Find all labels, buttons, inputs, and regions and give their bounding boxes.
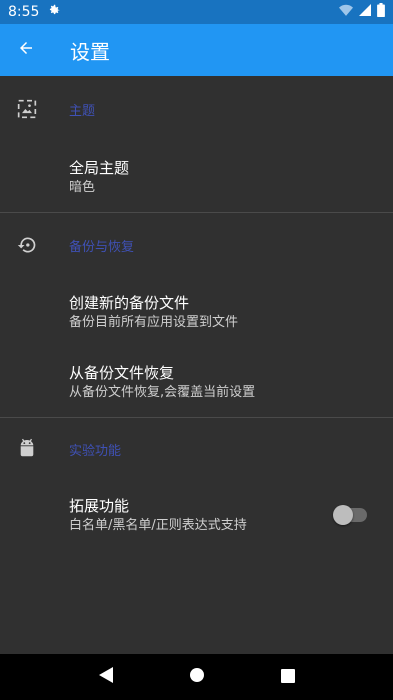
nav-bar: [0, 654, 393, 700]
home-circle-icon: [189, 667, 205, 687]
section-header-theme: 主题: [0, 76, 393, 142]
arrow-left-icon: [17, 39, 35, 61]
battery-icon: [377, 3, 385, 21]
wifi-icon: [339, 4, 353, 20]
android-icon: [16, 438, 38, 460]
toggle-knob: [333, 505, 353, 525]
section-experimental: 实验功能 拓展功能 白名单/黑名单/正则表达式支持: [0, 418, 393, 550]
status-time: 8:55: [8, 4, 40, 20]
toolbar: 设置: [0, 24, 393, 76]
status-bar: 8:55: [0, 0, 393, 24]
pref-summary: 备份目前所有应用设置到文件: [69, 315, 239, 330]
restore-icon: [16, 234, 38, 256]
pref-summary: 白名单/黑名单/正则表达式支持: [69, 518, 247, 533]
pref-global-theme[interactable]: 全局主题 暗色: [0, 142, 393, 212]
section-title: 主题: [69, 103, 96, 119]
image-icon: [16, 98, 38, 120]
section-header-experimental: 实验功能: [0, 418, 393, 480]
settings-list: 主题 全局主题 暗色 备份与恢复 创建新的备份文件 备份目前所有应用设置到文件 …: [0, 76, 393, 654]
recents-square-icon: [280, 668, 295, 687]
extensions-toggle[interactable]: [333, 505, 367, 525]
pref-title: 全局主题: [69, 159, 130, 177]
page-title: 设置: [70, 39, 110, 64]
section-header-backup: 备份与恢复: [0, 213, 393, 277]
signal-icon: [359, 4, 371, 20]
nav-back-button[interactable]: [86, 657, 126, 697]
back-button[interactable]: [0, 24, 52, 76]
pref-title: 从备份文件恢复: [69, 364, 175, 382]
pref-title: 创建新的备份文件: [69, 294, 190, 312]
pref-summary: 暗色: [69, 180, 96, 195]
nav-home-button[interactable]: [177, 657, 217, 697]
section-title: 实验功能: [69, 443, 122, 459]
nav-recents-button[interactable]: [268, 657, 308, 697]
pref-extensions[interactable]: 拓展功能 白名单/黑名单/正则表达式支持: [0, 480, 393, 550]
section-backup: 备份与恢复 创建新的备份文件 备份目前所有应用设置到文件 从备份文件恢复 从备份…: [0, 213, 393, 417]
pref-summary: 从备份文件恢复,会覆盖当前设置: [69, 385, 256, 400]
pref-title: 拓展功能: [69, 497, 130, 515]
pref-create-backup[interactable]: 创建新的备份文件 备份目前所有应用设置到文件: [0, 277, 393, 347]
back-triangle-icon: [98, 667, 113, 687]
pref-restore-backup[interactable]: 从备份文件恢复 从备份文件恢复,会覆盖当前设置: [0, 347, 393, 417]
gear-icon: [47, 3, 61, 21]
section-title: 备份与恢复: [69, 239, 135, 255]
section-theme: 主题 全局主题 暗色: [0, 76, 393, 212]
